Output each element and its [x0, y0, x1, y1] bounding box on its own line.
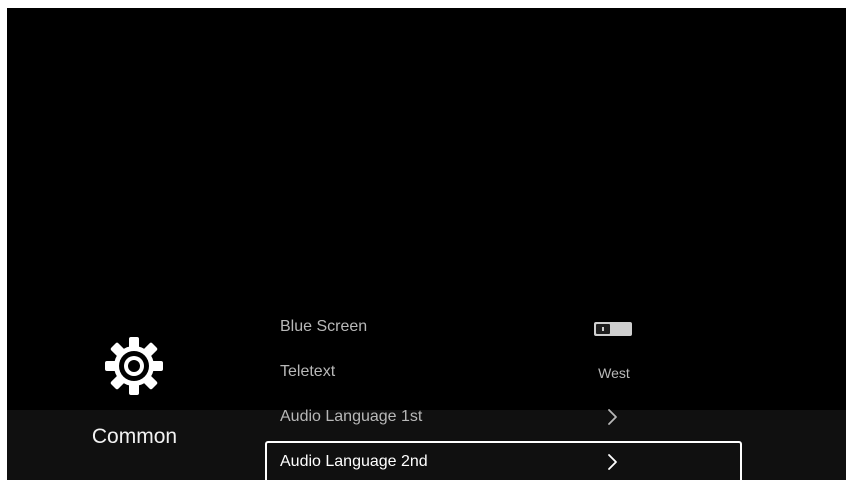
menu-item-label: Teletext	[280, 363, 336, 380]
chevron-right-icon	[605, 405, 621, 429]
category-label: Common	[91, 425, 178, 448]
menu-item-audio-language-1st[interactable]: Audio Language 1st	[265, 396, 742, 441]
toggle-knob	[596, 324, 610, 334]
teletext-value: West	[598, 365, 630, 381]
tv-settings-screen: Common Blue Screen Teletext West Audio L…	[7, 8, 846, 480]
menu-item-teletext[interactable]: Teletext West	[265, 351, 742, 396]
blue-screen-toggle[interactable]	[594, 322, 632, 336]
settings-menu: Blue Screen Teletext West Audio Language…	[265, 306, 742, 480]
menu-item-label: Audio Language 2nd	[280, 453, 428, 470]
menu-item-label: Blue Screen	[280, 318, 368, 335]
menu-item-audio-language-2nd[interactable]: Audio Language 2nd	[265, 441, 742, 480]
gear-icon	[102, 334, 166, 398]
chevron-right-icon	[605, 450, 621, 474]
menu-item-label: Audio Language 1st	[280, 408, 423, 425]
menu-item-blue-screen[interactable]: Blue Screen	[265, 306, 742, 351]
